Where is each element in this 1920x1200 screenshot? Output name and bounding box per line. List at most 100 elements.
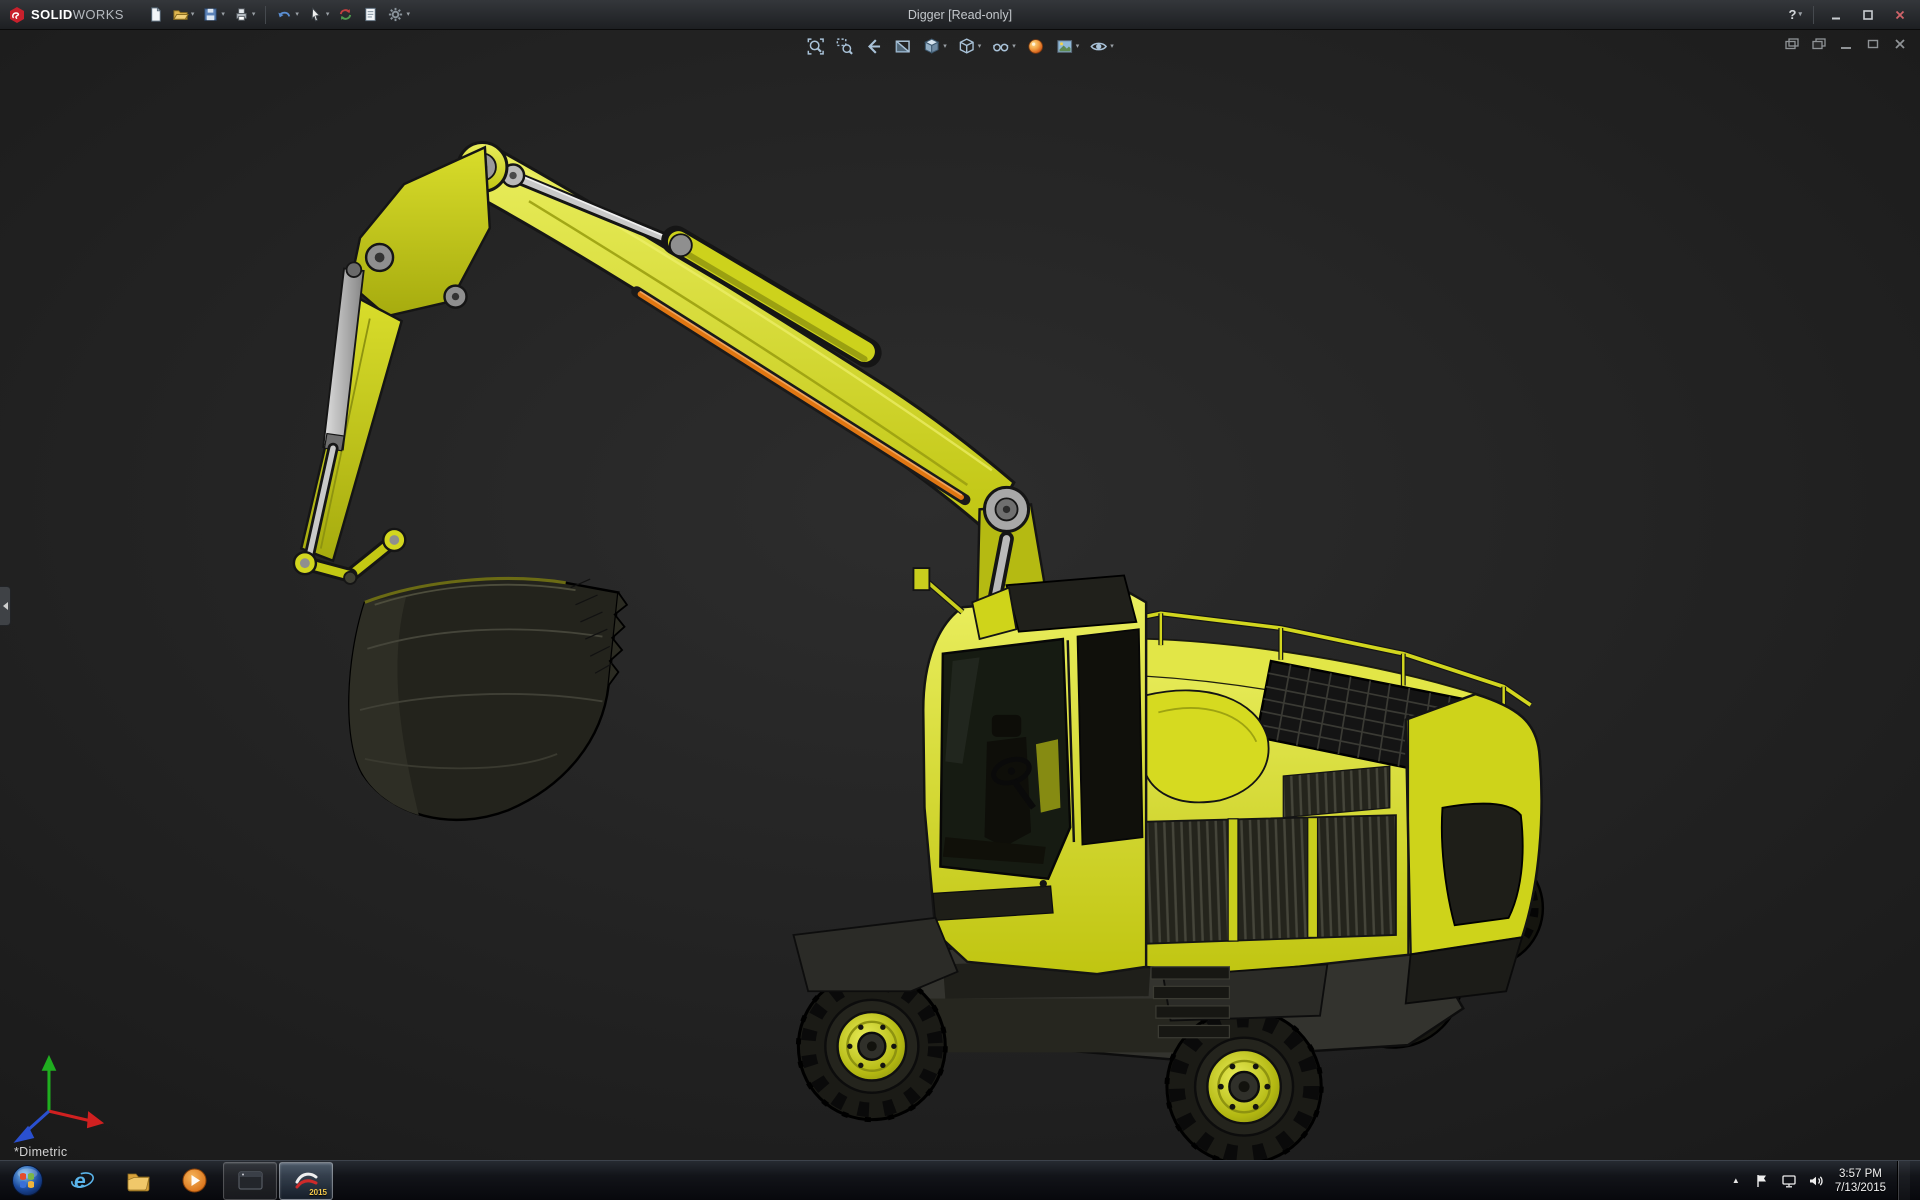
taskbar-solidworks[interactable]: 2015 [279,1161,333,1200]
windows-start-orb-icon [11,1165,43,1196]
apply-scene-caret[interactable]: ▾ [1076,43,1080,50]
help-dropdown-caret: ▾ [1798,11,1802,18]
titlebar-window-controls: ? ▾ [1785,4,1920,26]
new-window-icon [1785,37,1799,49]
close-document-button[interactable] [1890,35,1910,52]
cascade-windows-button[interactable] [1809,35,1829,52]
apply-scene-button[interactable]: ▾ [1052,34,1083,58]
rebuild-button[interactable] [334,3,357,27]
edit-appearance-sphere-icon [1027,38,1043,54]
undo-dropdown-caret[interactable]: ▾ [295,11,299,18]
options-dropdown-caret[interactable]: ▾ [406,11,410,18]
tray-expand-chevron[interactable]: ▲ [1729,1176,1743,1185]
titlebar-toolbar: ▾ ▾ ▾ ▾ ▾ ▾ [144,3,413,27]
graphics-area[interactable]: ▾ ▾ ▾ ▾ ▾ *Dimetric [0,30,1920,1160]
select-button[interactable]: ▾ [304,3,333,27]
help-glyph: ? [1788,7,1797,22]
media-player-icon [182,1168,206,1193]
network-icon [1782,1174,1796,1187]
action-center-flag-icon [1757,1174,1766,1187]
close-icon [1895,10,1905,19]
cascade-windows-icon [1812,37,1826,49]
restore-document-icon [1867,39,1879,48]
dassault-3ds-logo-icon [10,6,24,23]
zoom-to-area-icon [836,37,853,55]
hide-show-items-button[interactable]: ▾ [988,34,1019,58]
titlebar: SOLIDWORKS ▾ ▾ ▾ ▾ ▾ ▾ Digger [Read-only… [0,0,1920,30]
volume-tray-button[interactable] [1808,1173,1824,1189]
display-style-icon [959,37,974,54]
save-icon [204,8,218,21]
view-orientation-caret[interactable]: ▾ [943,43,947,50]
minimize-document-button[interactable] [1836,35,1856,52]
internet-explorer-icon: e [70,1170,94,1193]
solidworks-version-badge: 2015 [309,1187,327,1197]
view-settings-caret[interactable]: ▾ [1110,43,1114,50]
section-view-button[interactable] [890,34,915,58]
file-properties-button[interactable] [359,3,382,27]
open-dropdown-caret[interactable]: ▾ [191,11,195,18]
start-button[interactable] [0,1161,54,1200]
open-folder-icon [172,10,189,20]
select-cursor-icon [311,7,321,22]
close-document-icon [1895,38,1905,49]
network-tray-button[interactable] [1781,1173,1797,1189]
print-dropdown-caret[interactable]: ▾ [252,11,256,18]
panel-collapse-tab[interactable] [0,586,11,626]
toolbar-separator [1813,5,1814,24]
file-properties-icon [365,7,377,22]
zoom-to-fit-button[interactable] [803,34,828,58]
close-button[interactable] [1885,4,1915,26]
print-icon [236,8,247,21]
taskbar-app-window[interactable] [223,1161,277,1200]
minimize-document-icon [1841,46,1851,49]
show-desktop-button[interactable] [1897,1160,1910,1200]
hide-show-caret[interactable]: ▾ [1012,43,1016,50]
taskbar-clock[interactable]: 3:57 PM 7/13/2015 [1835,1167,1886,1195]
taskbar-media-player[interactable] [167,1162,221,1200]
display-style-button[interactable]: ▾ [954,34,985,58]
view-orientation-cube-icon [924,38,940,54]
action-center-tray-button[interactable] [1754,1173,1770,1189]
previous-view-icon [867,38,881,54]
print-button[interactable]: ▾ [230,3,259,27]
digger-model-canvas[interactable] [0,30,1920,1160]
select-dropdown-caret[interactable]: ▾ [326,11,330,18]
new-window-button[interactable] [1782,35,1802,52]
clock-date: 7/13/2015 [1834,1181,1886,1194]
titlebar-left: SOLIDWORKS [0,5,124,25]
clock-time: 3:57 PM [1839,1167,1882,1180]
rebuild-icon [340,9,352,20]
open-button[interactable]: ▾ [169,3,198,27]
help-button[interactable]: ? ▾ [1785,7,1806,22]
restore-document-button[interactable] [1863,35,1883,52]
volume-icon [1809,1175,1823,1186]
view-orientation-button[interactable]: ▾ [919,34,950,58]
maximize-icon [1863,9,1873,20]
previous-view-button[interactable] [861,34,886,58]
maximize-button[interactable] [1853,4,1883,26]
hide-show-glasses-icon [992,43,1009,51]
save-button[interactable]: ▾ [199,3,228,27]
undo-icon [278,11,291,18]
save-dropdown-caret[interactable]: ▾ [221,11,225,18]
zoom-to-area-button[interactable] [832,34,857,58]
windows-taskbar: e 2015 ▲ 3:57 PM 7/13/2015 [0,1160,1920,1200]
taskbar-windows-explorer[interactable] [111,1162,165,1200]
edit-appearance-button[interactable] [1023,34,1048,58]
taskbar-internet-explorer[interactable]: e [55,1162,109,1200]
undo-button[interactable]: ▾ [273,3,302,27]
section-view-icon [895,39,910,53]
front-left-wheel[interactable] [795,970,948,1123]
view-orientation-label: *Dimetric [14,1145,68,1159]
app-window-icon [237,1171,263,1190]
options-gear-icon [389,7,403,22]
options-button[interactable]: ▾ [384,3,413,27]
new-document-button[interactable] [144,3,167,27]
cab[interactable] [912,567,1148,976]
display-style-caret[interactable]: ▾ [978,43,982,50]
minimize-button[interactable] [1821,4,1851,26]
new-document-icon [151,7,161,22]
view-settings-button[interactable]: ▾ [1086,34,1117,58]
document-title: Digger [Read-only] [907,8,1013,22]
